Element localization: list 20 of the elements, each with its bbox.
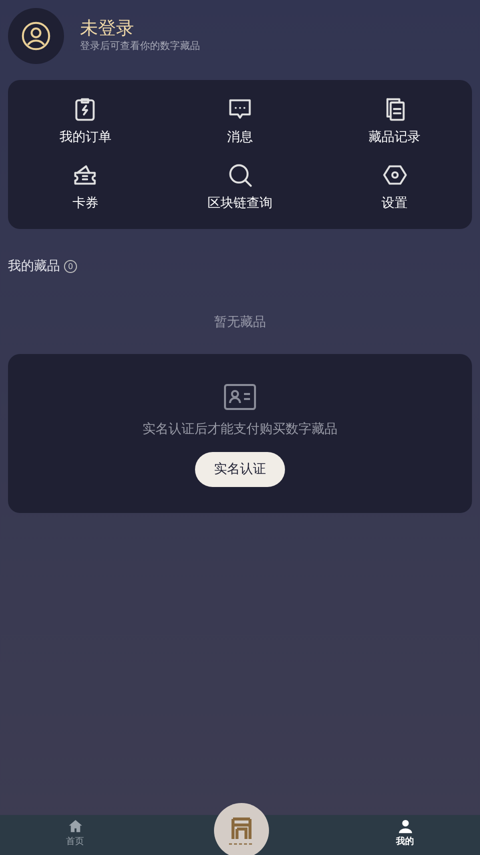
tab-item[interactable]: 首页: [0, 815, 150, 855]
menu-item[interactable]: 消息: [162, 96, 318, 148]
id-card-icon: [224, 384, 256, 410]
login-hint: 登录后可查看你的数字藏品: [80, 40, 200, 54]
section-title: 我的藏品: [8, 258, 60, 276]
logo-icon: [214, 803, 269, 855]
menu-item[interactable]: 我的订单: [8, 96, 163, 148]
verify-button[interactable]: 实名认证: [195, 452, 285, 487]
search-icon: [226, 162, 253, 188]
menu-item[interactable]: 设置: [317, 162, 472, 213]
menu-item[interactable]: 藏品记录: [317, 96, 472, 148]
count-badge: 0: [64, 260, 77, 274]
menu-item[interactable]: 区块链查询: [162, 162, 318, 213]
home-icon: [68, 819, 82, 834]
tab-item[interactable]: 我的: [330, 815, 480, 855]
user-icon: [398, 819, 412, 834]
menu-item[interactable]: 卡券: [8, 162, 163, 213]
empty-message: 暂无藏品: [213, 314, 267, 332]
login-status: 未登录: [80, 18, 135, 40]
verify-hint: 实名认证后才能支付购买数字藏品: [142, 421, 338, 439]
